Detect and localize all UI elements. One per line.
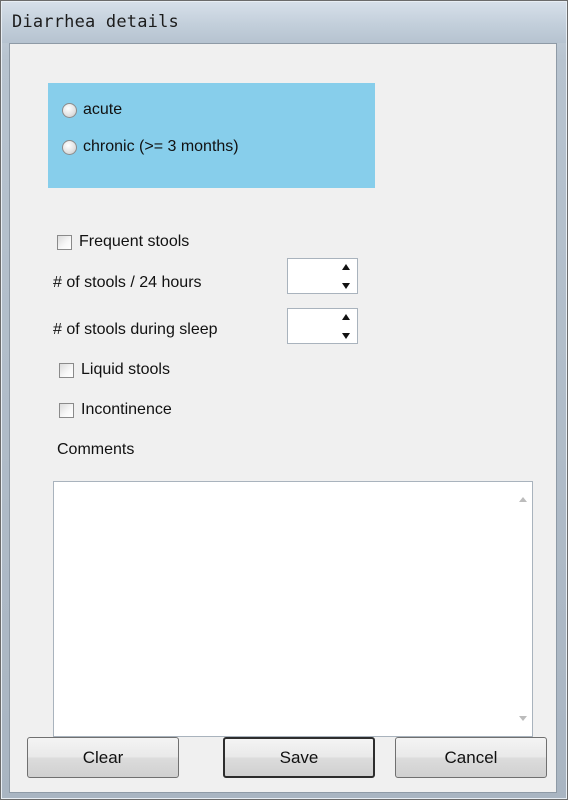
save-button[interactable]: Save (223, 737, 375, 778)
checkbox-icon[interactable] (59, 362, 74, 378)
radio-chronic-label[interactable]: chronic (>= 3 months) (83, 138, 239, 156)
liquid-stools-label[interactable]: Liquid stools (81, 361, 170, 379)
stools-during-sleep-spinner[interactable] (287, 308, 358, 344)
clear-button[interactable]: Clear (27, 737, 179, 778)
spin-up-icon[interactable] (342, 264, 350, 270)
frequent-stools-checkbox[interactable]: Frequent stools (57, 233, 189, 251)
comments-scrollbar[interactable] (514, 482, 532, 736)
title-bar[interactable]: Diarrhea details (1, 1, 567, 43)
scroll-down-icon[interactable] (519, 716, 527, 721)
stools-per-24h-label: # of stools / 24 hours (53, 274, 202, 291)
radio-acute-label[interactable]: acute (83, 101, 122, 119)
incontinence-checkbox[interactable]: Incontinence (59, 401, 172, 419)
comments-textarea[interactable] (53, 481, 533, 737)
radio-chronic[interactable]: chronic (>= 3 months) (62, 138, 239, 156)
onset-radio-group: acute chronic (>= 3 months) (48, 83, 375, 188)
checkbox-icon[interactable] (57, 234, 72, 250)
radio-acute[interactable]: acute (62, 101, 122, 119)
radio-icon[interactable] (62, 102, 77, 118)
scroll-up-icon[interactable] (519, 497, 527, 502)
stools-during-sleep-label: # of stools during sleep (53, 321, 218, 338)
dialog-body: acute chronic (>= 3 months) Frequent sto… (9, 43, 557, 793)
radio-icon[interactable] (62, 139, 77, 155)
comments-label: Comments (57, 441, 135, 458)
liquid-stools-checkbox[interactable]: Liquid stools (59, 361, 170, 379)
spin-down-icon[interactable] (342, 283, 350, 289)
window-title: Diarrhea details (12, 12, 179, 32)
cancel-button[interactable]: Cancel (395, 737, 547, 778)
spin-up-icon[interactable] (342, 314, 350, 320)
stools-per-24h-spinner[interactable] (287, 258, 358, 294)
incontinence-label[interactable]: Incontinence (81, 401, 172, 419)
spin-down-icon[interactable] (342, 333, 350, 339)
dialog-window: Diarrhea details acute chronic (>= 3 mon… (0, 0, 568, 800)
checkbox-icon[interactable] (59, 402, 74, 418)
frequent-stools-label[interactable]: Frequent stools (79, 233, 189, 251)
